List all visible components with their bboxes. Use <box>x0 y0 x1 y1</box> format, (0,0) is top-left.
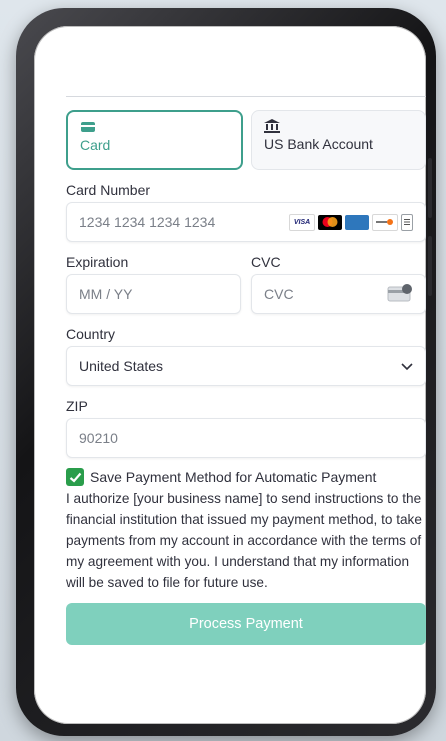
side-button <box>428 236 432 296</box>
payment-method-tabs: Card US Bank Account <box>66 110 426 170</box>
expiry-cvc-row: Expiration MM / YY CVC CVC <box>66 242 426 314</box>
chevron-down-icon <box>401 358 413 374</box>
tab-bank-label: US Bank Account <box>264 136 373 152</box>
country-label: Country <box>66 326 116 342</box>
save-payment-label: Save Payment Method for Automatic Paymen… <box>90 469 377 485</box>
card-number-input[interactable]: 1234 1234 1234 1234 VISA <box>66 202 426 242</box>
process-payment-button[interactable]: Process Payment <box>66 603 426 645</box>
card-brands: VISA <box>289 213 413 231</box>
save-payment-checkbox[interactable] <box>66 468 84 486</box>
card-number-label: Card Number <box>66 182 151 198</box>
phone-screen: Card US Bank Account Card Number 1234 12… <box>34 26 426 724</box>
zip-placeholder: 90210 <box>79 430 118 446</box>
cvc-input[interactable]: CVC <box>251 274 426 314</box>
expiration-input[interactable]: MM / YY <box>66 274 241 314</box>
divider <box>66 96 426 97</box>
mastercard-icon <box>318 214 342 230</box>
bank-icon <box>264 119 413 133</box>
expiration-label: Expiration <box>66 254 129 270</box>
save-payment-row: Save Payment Method for Automatic Paymen… <box>66 468 426 486</box>
visa-icon: VISA <box>289 213 315 231</box>
authorization-text: I authorize [your business name] to send… <box>66 491 422 590</box>
tab-card[interactable]: Card <box>66 110 243 170</box>
expiration-placeholder: MM / YY <box>79 286 133 302</box>
country-select[interactable]: United States <box>66 346 426 386</box>
side-button <box>428 158 432 218</box>
zip-input[interactable]: 90210 <box>66 418 426 458</box>
tab-card-label: Card <box>80 137 111 153</box>
discover-icon <box>372 213 398 231</box>
zip-label: ZIP <box>66 398 88 414</box>
country-value: United States <box>79 358 164 374</box>
amex-icon <box>345 214 369 230</box>
phone-frame: Card US Bank Account Card Number 1234 12… <box>16 8 436 736</box>
cvc-card-icon <box>387 283 413 305</box>
card-number-placeholder: 1234 1234 1234 1234 <box>79 214 216 230</box>
payment-form: Card US Bank Account Card Number 1234 12… <box>66 110 426 645</box>
tab-us-bank-account[interactable]: US Bank Account <box>251 110 426 170</box>
cvc-label: CVC <box>251 254 281 270</box>
cvc-placeholder: CVC <box>264 286 294 302</box>
credit-card-icon <box>80 120 229 134</box>
more-brands-icon <box>401 213 413 231</box>
check-icon <box>69 472 81 483</box>
